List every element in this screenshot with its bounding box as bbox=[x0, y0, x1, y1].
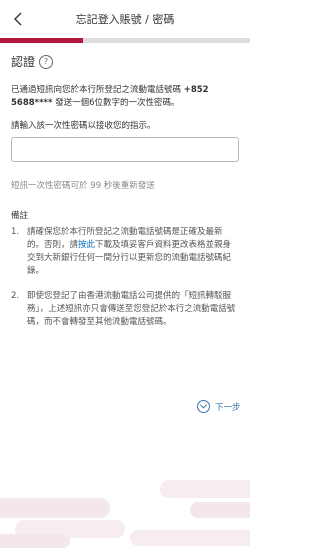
otp-instruction: 請輸入該一次性密碼以接收您的指示。 bbox=[11, 121, 156, 131]
chevron-down-circle-icon bbox=[197, 400, 210, 413]
note-number: 1. bbox=[11, 227, 20, 237]
verify-title: 認證 bbox=[11, 55, 36, 69]
note-text: 請確保您於本行所登記之流動電話號碼是正確及最新的。否則，請按此下載及填妥客戶資料… bbox=[27, 226, 237, 278]
note-number: 2. bbox=[11, 291, 20, 301]
notes-list: 1. 請確保您於本行所登記之流動電話號碼是正確及最新的。否則，請按此下載及填妥客… bbox=[11, 226, 239, 341]
note-item: 2. 即使您登記了由香港流動電話公司提供的「短訊轉駁服務」，上述短訊亦只會傳送至… bbox=[11, 290, 239, 329]
chevron-left-icon bbox=[14, 12, 22, 26]
download-form-link[interactable]: 按此 bbox=[78, 240, 95, 250]
otp-sent-info: 已通過短訊向您於本行所登記之流動電話號碼 +852 5688**** 發送一個6… bbox=[11, 84, 239, 110]
back-button[interactable] bbox=[6, 7, 30, 31]
notes-title: 備註 bbox=[11, 211, 29, 221]
resend-countdown: 短訊一次性密碼可於 99 秒後重新發送 bbox=[11, 181, 155, 191]
info-prefix: 已通過短訊向您於本行所登記之流動電話號碼 bbox=[11, 85, 182, 95]
progress-bar bbox=[0, 38, 250, 43]
note-item: 1. 請確保您於本行所登記之流動電話號碼是正確及最新的。否則，請按此下載及填妥客… bbox=[11, 226, 239, 278]
otp-input[interactable] bbox=[11, 137, 239, 162]
verify-heading: 認證 ? bbox=[11, 53, 54, 70]
progress-fill bbox=[0, 38, 83, 43]
note-text: 即使您登記了由香港流動電話公司提供的「短訊轉駁服務」，上述短訊亦只會傳送至您登記… bbox=[27, 291, 236, 327]
info-suffix: 發送一個6位數字的一次性密碼。 bbox=[55, 98, 180, 108]
next-step-label: 下一步 bbox=[215, 402, 241, 413]
decorative-background-shapes bbox=[0, 480, 250, 548]
page-title: 忘記登入賬號 / 密碼 bbox=[75, 13, 175, 26]
next-step-button[interactable]: 下一步 bbox=[197, 400, 241, 413]
app-header: 忘記登入賬號 / 密碼 bbox=[0, 0, 250, 38]
help-icon[interactable]: ? bbox=[39, 54, 54, 69]
